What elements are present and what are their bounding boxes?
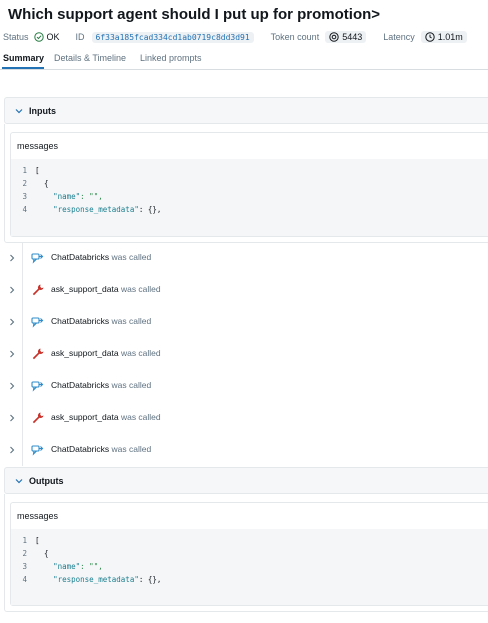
chevron-right-icon[interactable]: [7, 444, 17, 456]
token-count-value: 5443: [342, 32, 363, 42]
code-line: 3 "name": "",: [22, 562, 103, 571]
outputs-section-header[interactable]: Outputs: [4, 467, 488, 494]
chevron-right-icon[interactable]: [7, 412, 17, 424]
check-circle-icon: [33, 32, 44, 42]
span-name: ChatDatabricks: [51, 252, 110, 262]
chat-model-icon: [31, 251, 44, 264]
inputs-code-block[interactable]: 1[ 2 { 3 "name": "", 4 "response_metadat…: [11, 159, 488, 236]
chevron-right-icon[interactable]: [7, 348, 17, 360]
tab-summary[interactable]: Summary: [3, 53, 44, 63]
inputs-section-body: messages 1[ 2 { 3 "name": "", 4 "respons…: [4, 124, 488, 243]
status-badge: OK: [33, 32, 60, 42]
tree-connector-line: [22, 274, 23, 306]
tab-linked-prompts[interactable]: Linked prompts: [140, 53, 202, 63]
span-row-5[interactable]: ChatDatabricks was called: [0, 370, 488, 402]
tree-connector-line: [22, 402, 23, 434]
span-status-text: was called: [120, 348, 161, 358]
span-status-text: was called: [120, 284, 161, 294]
code-line: 1[: [22, 536, 40, 545]
chevron-right-icon[interactable]: [7, 252, 17, 264]
tool-wrench-icon: [31, 411, 44, 424]
code-line: 1[: [22, 166, 40, 175]
chat-model-icon: [31, 315, 44, 328]
token-icon: [329, 32, 339, 42]
inputs-section-label: Inputs: [29, 105, 56, 116]
span-row-4[interactable]: ask_support_data was called: [0, 338, 488, 370]
span-name: ask_support_data: [51, 348, 119, 358]
span-row-text: ChatDatabricks was called: [51, 444, 151, 454]
tab-details-timeline[interactable]: Details & Timeline: [54, 53, 126, 63]
span-name: ask_support_data: [51, 412, 119, 422]
outputs-section-label: Outputs: [29, 475, 64, 486]
tool-wrench-icon: [31, 347, 44, 360]
span-name: ChatDatabricks: [51, 444, 110, 454]
latency-value: 1.01m: [437, 32, 463, 42]
token-count-label: Token count: [270, 32, 320, 42]
chevron-right-icon[interactable]: [7, 284, 17, 296]
tree-connector-line: [22, 242, 23, 274]
trace-meta-bar: Status OK ID 6f33a185fcad334cd1ab0719c8d…: [3, 29, 467, 45]
tab-bar: Summary Details & Timeline Linked prompt…: [0, 50, 488, 70]
latency-label: Latency: [383, 32, 415, 42]
active-tab-indicator: [2, 67, 44, 69]
span-row-text: ChatDatabricks was called: [51, 380, 151, 390]
id-label: ID: [75, 32, 85, 42]
tree-connector-line: [22, 306, 23, 338]
span-row-text: ChatDatabricks was called: [51, 316, 151, 326]
span-row-1[interactable]: ChatDatabricks was called: [0, 242, 488, 274]
chevron-down-icon: [14, 478, 24, 484]
span-row-6[interactable]: ask_support_data was called: [0, 402, 488, 434]
chevron-right-icon[interactable]: [7, 380, 17, 392]
span-status-text: was called: [111, 380, 152, 390]
trace-id-value[interactable]: 6f33a185fcad334cd1ab0719c8dd3d91: [91, 31, 254, 43]
code-line: 4 "response_metadata": {},: [22, 205, 162, 214]
chat-model-icon: [31, 443, 44, 456]
tool-wrench-icon: [31, 283, 44, 296]
code-line: 4 "response_metadata": {},: [22, 575, 162, 584]
span-row-text: ask_support_data was called: [51, 348, 161, 358]
code-line: 2 {: [22, 549, 49, 558]
span-row-text: ask_support_data was called: [51, 284, 161, 294]
code-line: 3 "name": "",: [22, 192, 103, 201]
tree-connector-line: [22, 434, 23, 466]
inputs-section-header[interactable]: Inputs: [4, 97, 488, 124]
outputs-card-title: messages: [17, 511, 59, 521]
tree-connector-line: [22, 370, 23, 402]
span-status-text: was called: [111, 252, 152, 262]
chat-model-icon: [31, 379, 44, 392]
code-line: 2 {: [22, 179, 49, 188]
chevron-right-icon[interactable]: [7, 316, 17, 328]
page-title: Which support agent should I put up for …: [8, 6, 381, 23]
outputs-section-body: messages 1[ 2 { 3 "name": "", 4 "respons…: [4, 494, 488, 612]
outputs-code-block[interactable]: 1[ 2 { 3 "name": "", 4 "response_metadat…: [11, 529, 488, 605]
span-row-text: ask_support_data was called: [51, 412, 161, 422]
status-value: OK: [46, 32, 60, 42]
span-row-text: ChatDatabricks was called: [51, 252, 151, 262]
span-status-text: was called: [120, 412, 161, 422]
span-row-7[interactable]: ChatDatabricks was called: [0, 434, 488, 466]
token-count-badge: 5443: [325, 31, 367, 43]
span-status-text: was called: [111, 316, 152, 326]
span-row-3[interactable]: ChatDatabricks was called: [0, 306, 488, 338]
inputs-card-title: messages: [17, 141, 59, 151]
latency-badge: 1.01m: [420, 31, 467, 43]
span-name: ChatDatabricks: [51, 316, 110, 326]
span-row-2[interactable]: ask_support_data was called: [0, 274, 488, 306]
span-name: ask_support_data: [51, 284, 119, 294]
tree-connector-line: [22, 338, 23, 370]
span-status-text: was called: [111, 444, 152, 454]
outputs-messages-card: messages 1[ 2 { 3 "name": "", 4 "respons…: [10, 502, 488, 606]
span-name: ChatDatabricks: [51, 380, 110, 390]
clock-icon: [425, 32, 435, 42]
status-label: Status: [3, 32, 29, 42]
chevron-down-icon: [14, 108, 24, 114]
inputs-messages-card: messages 1[ 2 { 3 "name": "", 4 "respons…: [10, 132, 488, 237]
